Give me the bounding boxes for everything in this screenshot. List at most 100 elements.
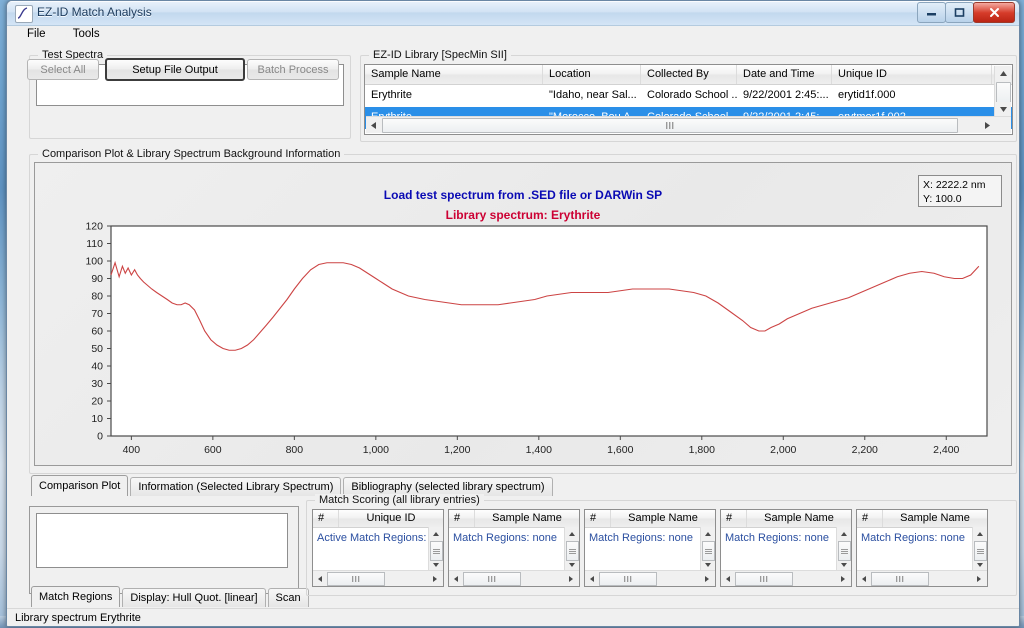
column-header-name[interactable]: Unique ID xyxy=(339,510,443,527)
score-card-vertical-scrollbar[interactable] xyxy=(564,527,579,571)
scroll-up-icon[interactable] xyxy=(973,527,987,540)
match-score-card[interactable]: # Sample Name Match Regions: none xyxy=(720,509,852,587)
match-regions-list[interactable] xyxy=(36,513,288,568)
scroll-right-icon[interactable] xyxy=(972,571,985,586)
score-card-hscroll-thumb[interactable] xyxy=(599,572,657,586)
scroll-right-icon[interactable] xyxy=(836,571,849,586)
scroll-left-icon[interactable] xyxy=(449,571,462,586)
column-header-date-time[interactable]: Date and Time xyxy=(737,65,832,84)
column-header-name[interactable]: Sample Name xyxy=(611,510,715,527)
comparison-plot-label: Comparison Plot & Library Spectrum Backg… xyxy=(38,148,345,160)
scroll-right-icon[interactable] xyxy=(428,571,441,586)
score-card-header: # Sample Name xyxy=(585,510,715,528)
score-card-hscroll-thumb[interactable] xyxy=(871,572,929,586)
select-all-button[interactable]: Select All xyxy=(27,59,99,80)
score-card-horizontal-scrollbar[interactable] xyxy=(313,570,443,586)
svg-text:20: 20 xyxy=(91,396,103,408)
tab-display-hull-quot[interactable]: Display: Hull Quot. [linear] xyxy=(122,588,266,607)
library-table[interactable]: Sample Name Location Collected By Date a… xyxy=(364,64,1013,135)
library-vertical-scrollbar[interactable] xyxy=(994,66,1011,117)
scroll-left-icon[interactable] xyxy=(585,571,598,586)
close-button[interactable] xyxy=(973,2,1015,23)
match-score-card[interactable]: # Sample Name Match Regions: none xyxy=(584,509,716,587)
svg-text:1,400: 1,400 xyxy=(526,444,552,456)
score-card-vertical-scrollbar[interactable] xyxy=(428,527,443,571)
score-card-vertical-scrollbar[interactable] xyxy=(700,527,715,571)
scroll-left-icon[interactable] xyxy=(313,571,326,586)
match-score-card[interactable]: # Sample Name Match Regions: none xyxy=(856,509,988,587)
svg-text:120: 120 xyxy=(85,221,103,233)
column-header-index[interactable]: # xyxy=(449,510,475,527)
svg-text:60: 60 xyxy=(91,326,103,338)
score-card-header: # Sample Name xyxy=(449,510,579,528)
score-card-horizontal-scrollbar[interactable] xyxy=(857,570,987,586)
scroll-up-icon[interactable] xyxy=(837,527,851,540)
scroll-up-icon[interactable] xyxy=(429,527,443,540)
scroll-right-icon[interactable] xyxy=(980,117,995,133)
svg-text:1,600: 1,600 xyxy=(607,444,633,456)
tab-match-regions[interactable]: Match Regions xyxy=(31,586,121,607)
column-header-location[interactable]: Location xyxy=(543,65,641,84)
table-row[interactable]: Erythrite "Idaho, near Sal... Colorado S… xyxy=(365,85,1012,107)
library-horizontal-scrollbar[interactable] xyxy=(366,116,1011,133)
column-header-sample-name[interactable]: Sample Name xyxy=(365,65,543,84)
column-header-index[interactable]: # xyxy=(857,510,883,527)
library-scroll-thumb[interactable] xyxy=(996,82,1011,104)
score-card-hscroll-thumb[interactable] xyxy=(327,572,385,586)
score-card-header: # Unique ID xyxy=(313,510,443,528)
column-header-index[interactable]: # xyxy=(585,510,611,527)
menu-item-file[interactable]: File xyxy=(27,28,56,40)
chart-tabstrip: Comparison Plot Information (Selected Li… xyxy=(31,475,555,496)
column-header-name[interactable]: Sample Name xyxy=(475,510,579,527)
score-card-vertical-scrollbar[interactable] xyxy=(836,527,851,571)
scroll-right-icon[interactable] xyxy=(700,571,713,586)
library-hscroll-thumb[interactable] xyxy=(382,118,958,133)
match-regions-tabstrip: Match Regions Display: Hull Quot. [linea… xyxy=(31,586,311,607)
svg-text:10: 10 xyxy=(91,413,103,425)
match-score-card[interactable]: # Sample Name Match Regions: none xyxy=(448,509,580,587)
titlebar-highlight xyxy=(7,1,1019,2)
cell-unique-id: erytid1f.000 xyxy=(838,89,896,101)
match-scoring-group: Match Scoring (all library entries) # Uni… xyxy=(306,494,1017,596)
score-card-horizontal-scrollbar[interactable] xyxy=(721,570,851,586)
score-card-body: Active Match Regions: none xyxy=(317,532,429,544)
svg-text:90: 90 xyxy=(91,273,103,285)
cell-collected-by: Colorado School ... xyxy=(647,89,737,101)
column-header-index[interactable]: # xyxy=(313,510,339,527)
score-card-horizontal-scrollbar[interactable] xyxy=(449,570,579,586)
menu-item-tools[interactable]: Tools xyxy=(73,28,110,40)
setup-file-output-button[interactable]: Setup File Output xyxy=(105,58,245,81)
chart-y-tick-labels: 0 10 20 30 40 50 60 70 80 90 100 110 120 xyxy=(85,221,103,443)
column-header-collected-by[interactable]: Collected By xyxy=(641,65,737,84)
column-header-unique-id[interactable]: Unique ID xyxy=(832,65,992,84)
tab-scan[interactable]: Scan xyxy=(267,588,309,607)
batch-process-button[interactable]: Batch Process xyxy=(247,59,339,80)
cell-sample-name: Erythrite xyxy=(371,89,412,101)
scroll-up-icon[interactable] xyxy=(701,527,715,540)
column-header-name[interactable]: Sample Name xyxy=(747,510,851,527)
minimize-button[interactable] xyxy=(917,2,946,23)
score-card-hscroll-thumb[interactable] xyxy=(463,572,521,586)
tab-information[interactable]: Information (Selected Library Spectrum) xyxy=(130,477,342,496)
match-score-card[interactable]: #Unique ID Active Match Regions: none xyxy=(312,509,444,587)
svg-text:0: 0 xyxy=(97,431,103,443)
application-window: EZ-ID Match Analysis File Tools Test Spe… xyxy=(6,0,1020,627)
scroll-left-icon[interactable] xyxy=(857,571,870,586)
scroll-down-icon[interactable] xyxy=(995,102,1011,117)
plot-panel[interactable]: Load test spectrum from .SED file or DAR… xyxy=(34,162,1012,466)
scroll-right-icon[interactable] xyxy=(564,571,577,586)
chart-x-tick-labels: 400 600 800 1,000 1,200 1,400 1,600 1,800 2,000 2… xyxy=(123,444,960,456)
score-card-horizontal-scrollbar[interactable] xyxy=(585,570,715,586)
score-card-hscroll-thumb[interactable] xyxy=(735,572,793,586)
column-header-index[interactable]: # xyxy=(721,510,747,527)
scroll-left-icon[interactable] xyxy=(721,571,734,586)
scroll-up-icon[interactable] xyxy=(995,66,1011,81)
svg-text:70: 70 xyxy=(91,308,103,320)
scroll-left-icon[interactable] xyxy=(366,117,381,133)
tab-comparison-plot[interactable]: Comparison Plot xyxy=(31,475,129,496)
column-header-name[interactable]: Sample Name xyxy=(883,510,987,527)
maximize-button[interactable] xyxy=(945,2,974,23)
scroll-up-icon[interactable] xyxy=(565,527,579,540)
score-card-vertical-scrollbar[interactable] xyxy=(972,527,987,571)
library-table-header: Sample Name Location Collected By Date a… xyxy=(365,65,1012,85)
